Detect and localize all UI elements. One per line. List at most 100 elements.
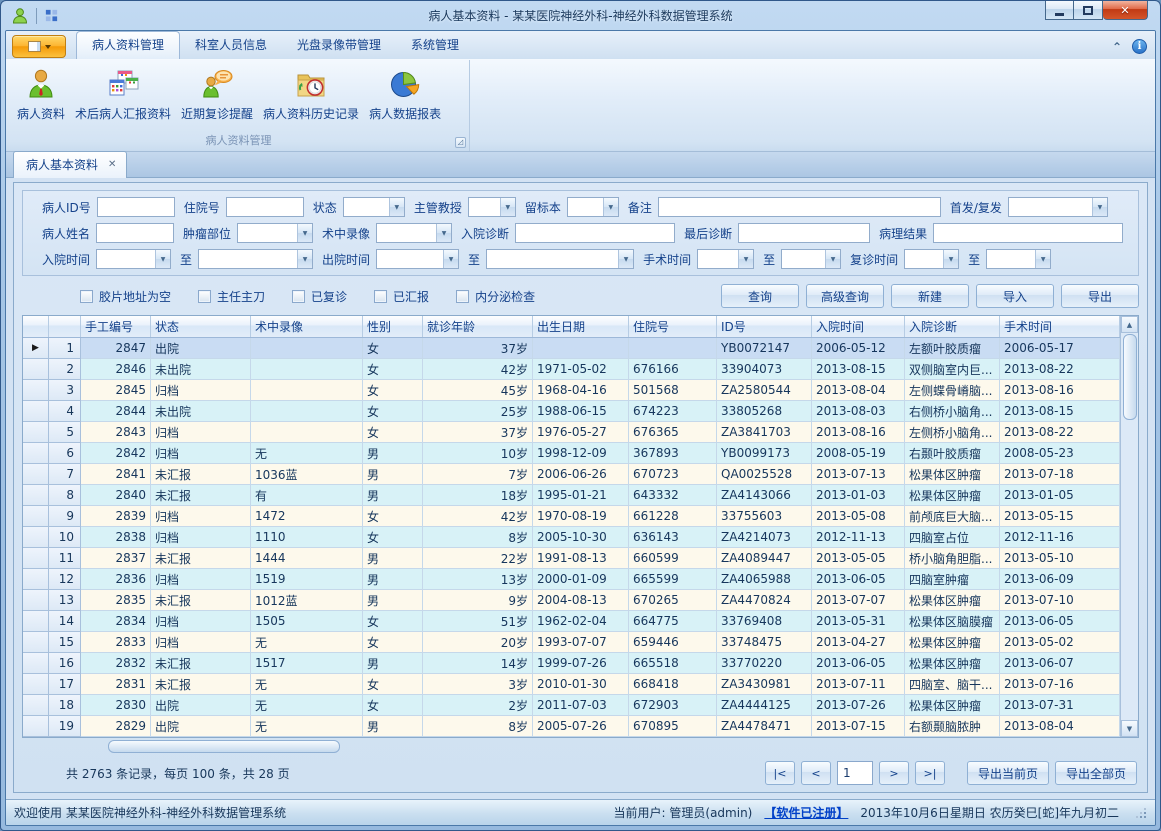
column-header-2[interactable]: 状态 (151, 316, 251, 337)
table-row[interactable]: 162832未汇报1517男14岁1999-07-266655183377022… (23, 653, 1120, 674)
export-all-pages-button[interactable]: 导出全部页 (1055, 761, 1137, 785)
ribbon-tab-1[interactable]: 病人资料管理 (76, 31, 180, 59)
chevron-down-icon[interactable]: ▼ (297, 250, 312, 268)
row-selector-cell[interactable] (23, 422, 49, 443)
registered-link[interactable]: 【软件已注册】 (764, 804, 848, 821)
import-button[interactable]: 导入 (976, 284, 1054, 308)
chevron-down-icon[interactable]: ▼ (1035, 250, 1050, 268)
table-row[interactable]: 132835未汇报1012蓝男9岁2004-08-13670265ZA44708… (23, 590, 1120, 611)
v-scroll-thumb[interactable] (1123, 334, 1137, 420)
final-diagnosis-input[interactable] (738, 223, 870, 243)
row-selector-cell[interactable] (23, 590, 49, 611)
maximize-button[interactable] (1074, 1, 1103, 20)
chevron-down-icon[interactable]: ▼ (443, 250, 458, 268)
chevron-down-icon[interactable]: ▼ (825, 250, 840, 268)
chevron-down-icon[interactable]: ▼ (297, 224, 312, 242)
column-header-10[interactable]: 入院诊断 (905, 316, 1000, 337)
table-row[interactable]: 102838归档1110女8岁2005-10-30636143ZA4214073… (23, 527, 1120, 548)
first-or-recur-combo[interactable]: ▼ (1008, 197, 1108, 217)
revisit-date-to-combo[interactable]: ▼ (986, 249, 1051, 269)
chevron-down-icon[interactable]: ▼ (155, 250, 170, 268)
titlebar[interactable]: 病人基本资料 - 某某医院神经外科-神经外科数据管理系统 ✕ (5, 1, 1156, 30)
table-row[interactable]: 192829出院无男8岁2005-07-26670895ZA4478471201… (23, 716, 1120, 737)
history-record-button[interactable]: 病人资料历史记录 (258, 63, 364, 124)
pathology-result-input[interactable] (933, 223, 1123, 243)
surgery-video-combo[interactable]: ▼ (376, 223, 452, 243)
table-row[interactable]: 122836归档1519男13岁2000-01-09665599ZA406598… (23, 569, 1120, 590)
row-selector-cell[interactable] (23, 674, 49, 695)
discharge-date-to-combo[interactable]: ▼ (486, 249, 634, 269)
specimen-combo[interactable]: ▼ (567, 197, 619, 217)
reported-checkbox[interactable]: 已汇报 (374, 288, 429, 305)
patient-data-button[interactable]: 病人资料 (12, 63, 70, 124)
chevron-down-icon[interactable]: ▼ (618, 250, 633, 268)
table-row[interactable]: 152833归档无女20岁1993-07-0765944633748475201… (23, 632, 1120, 653)
table-row[interactable]: 142834归档1505女51岁1962-02-0466477533769408… (23, 611, 1120, 632)
quick-access-icon[interactable] (44, 8, 59, 23)
row-selector-cell[interactable] (23, 443, 49, 464)
table-row[interactable]: 92839归档1472女42岁1970-08-19661228337556032… (23, 506, 1120, 527)
row-selector-cell[interactable]: ▶ (23, 338, 49, 359)
data-report-button[interactable]: 病人数据报表 (364, 63, 446, 124)
v-scrollbar[interactable]: ▲ ▼ (1120, 316, 1138, 737)
chevron-down-icon[interactable]: ▼ (500, 198, 515, 216)
admission-date-to-combo[interactable]: ▼ (198, 249, 313, 269)
chevron-down-icon[interactable]: ▼ (738, 250, 753, 268)
table-row[interactable]: 172831未汇报无女3岁2010-01-30668418ZA343098120… (23, 674, 1120, 695)
close-button[interactable]: ✕ (1103, 1, 1148, 20)
postop-report-button[interactable]: 术后病人汇报资料 (70, 63, 176, 124)
advanced-query-button[interactable]: 高级查询 (806, 284, 884, 308)
professor-combo[interactable]: ▼ (468, 197, 516, 217)
doc-tab-patient-basic[interactable]: 病人基本资料 ✕ (13, 151, 127, 178)
endocrine-exam-checkbox[interactable]: 内分泌检查 (456, 288, 535, 305)
table-row[interactable]: 82840未汇报有男18岁1995-01-21643332ZA414306620… (23, 485, 1120, 506)
table-row[interactable]: 52843归档女37岁1976-05-27676365ZA38417032013… (23, 422, 1120, 443)
revisit-date-from-combo[interactable]: ▼ (904, 249, 959, 269)
column-header-4[interactable]: 性别 (363, 316, 423, 337)
column-header-6[interactable]: 出生日期 (533, 316, 629, 337)
chevron-down-icon[interactable]: ▼ (603, 198, 618, 216)
table-row[interactable]: 22846未出院女42岁1971-05-02676166339040732013… (23, 359, 1120, 380)
resize-grip[interactable] (1135, 807, 1147, 819)
table-row[interactable]: 72841未汇报1036蓝男7岁2006-06-26670723QA002552… (23, 464, 1120, 485)
discharge-date-from-combo[interactable]: ▼ (376, 249, 459, 269)
pager-next-button[interactable]: > (879, 761, 909, 785)
row-selector-cell[interactable] (23, 716, 49, 737)
row-selector-cell[interactable] (23, 506, 49, 527)
column-header-7[interactable]: 住院号 (629, 316, 717, 337)
column-header-3[interactable]: 术中录像 (251, 316, 363, 337)
pager-first-button[interactable]: |< (765, 761, 795, 785)
export-button[interactable]: 导出 (1061, 284, 1139, 308)
ribbon-tab-3[interactable]: 光盘录像带管理 (282, 31, 396, 59)
surgery-date-from-combo[interactable]: ▼ (697, 249, 754, 269)
remark-input[interactable] (658, 197, 941, 217)
new-button[interactable]: 新建 (891, 284, 969, 308)
pager-prev-button[interactable]: < (801, 761, 831, 785)
dialog-launcher-icon[interactable]: ◿ (455, 137, 466, 148)
chevron-down-icon[interactable]: ▼ (436, 224, 451, 242)
revisited-checkbox[interactable]: 已复诊 (292, 288, 347, 305)
pager-last-button[interactable]: >| (915, 761, 945, 785)
column-header-5[interactable]: 就诊年龄 (423, 316, 533, 337)
row-selector-cell[interactable] (23, 653, 49, 674)
h-scrollbar[interactable] (22, 740, 1139, 754)
row-selector-cell[interactable] (23, 695, 49, 716)
chevron-down-icon[interactable]: ▼ (389, 198, 404, 216)
doc-tab-close-icon[interactable]: ✕ (108, 159, 116, 170)
row-selector-cell[interactable] (23, 485, 49, 506)
film-address-empty-checkbox[interactable]: 胶片地址为空 (80, 288, 171, 305)
chevron-down-icon[interactable]: ▼ (1092, 198, 1107, 216)
row-selector-cell[interactable] (23, 464, 49, 485)
surgery-date-to-combo[interactable]: ▼ (781, 249, 841, 269)
table-row[interactable]: ▶12847出院女37岁YB00721472006-05-12左额叶胶质瘤200… (23, 338, 1120, 359)
export-current-page-button[interactable]: 导出当前页 (967, 761, 1049, 785)
patient-name-input[interactable] (96, 223, 174, 243)
patient-id-input[interactable] (97, 197, 175, 217)
table-row[interactable]: 62842归档无男10岁1998-12-09367893YB0099173200… (23, 443, 1120, 464)
row-selector-cell[interactable] (23, 611, 49, 632)
row-selector-cell[interactable] (23, 359, 49, 380)
table-row[interactable]: 182830出院无女2岁2011-07-03672903ZA4444125201… (23, 695, 1120, 716)
chevron-down-icon[interactable]: ▼ (943, 250, 958, 268)
inpatient-no-input[interactable] (226, 197, 304, 217)
column-header-9[interactable]: 入院时间 (812, 316, 905, 337)
